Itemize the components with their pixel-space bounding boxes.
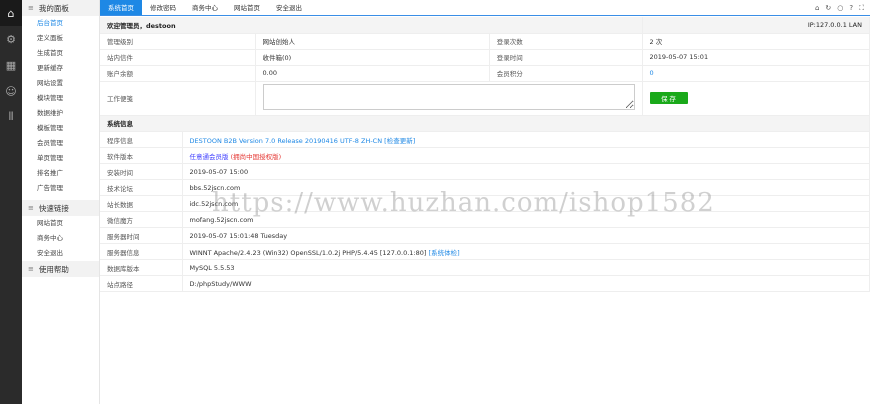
sidebar-item[interactable]: 会员管理 bbox=[22, 136, 99, 151]
fullscreen-icon[interactable]: ⛶ bbox=[859, 0, 864, 16]
icon-bar: ⌂ ⚙ ▦ ☺ ⦀ bbox=[0, 0, 22, 404]
sidebar-item[interactable]: 网站设置 bbox=[22, 76, 99, 91]
system-info-table: 系统信息 程序信息 DESTOON B2B Version 7.0 Release… bbox=[100, 115, 870, 292]
table-row: 技术论坛 bbs.52jscn.com bbox=[100, 179, 870, 196]
tab-logout[interactable]: 安全退出 bbox=[268, 0, 310, 15]
cell-value: bbs.52jscn.com bbox=[182, 179, 870, 196]
tab-system-home[interactable]: 系统首页 bbox=[100, 0, 142, 15]
cell-label: 服务器时间 bbox=[100, 227, 183, 244]
cell-value: mofang.52jscn.com bbox=[182, 211, 870, 228]
sidebar-group[interactable]: ≡ 快速链接 bbox=[22, 200, 99, 216]
cell-label: 会员积分 bbox=[489, 65, 643, 82]
cell-label: 安装时间 bbox=[100, 163, 183, 180]
cell-label: 管理级别 bbox=[100, 33, 256, 50]
sidebar: ≡ 我的面板后台首页 定义面板 生成首页 更新缓存 网站设置 模块管理 数据维护 模板管理 会员管… bbox=[22, 0, 100, 404]
cell-label: 微信魔方 bbox=[100, 211, 183, 228]
cell-value: 0.00 bbox=[255, 65, 490, 82]
edition-link[interactable]: 任意通会员版 bbox=[190, 153, 229, 161]
sidebar-item[interactable]: 排名推广 bbox=[22, 166, 99, 181]
tab-business-center[interactable]: 商务中心 bbox=[184, 0, 226, 15]
table-row: 数据库版本 MySQL 5.5.53 bbox=[100, 259, 870, 276]
cell-value: 2019-05-07 15:01:48 Tuesday bbox=[182, 227, 870, 244]
sidebar-item[interactable]: 安全退出 bbox=[22, 246, 99, 261]
sidebar-item[interactable]: 商务中心 bbox=[22, 231, 99, 246]
menu-icon: ≡ bbox=[28, 204, 34, 212]
table-row: 管理级别 网站创始人 登录次数 2 次 bbox=[100, 33, 870, 50]
program-label: 程序信息 bbox=[100, 131, 183, 148]
sidebar-group-title: 快速链接 bbox=[38, 203, 69, 213]
sidebar-item[interactable]: 广告管理 bbox=[22, 181, 99, 196]
sidebar-group-title: 我的面板 bbox=[38, 3, 69, 13]
tab-change-password[interactable]: 修改密码 bbox=[142, 0, 184, 15]
sidebar-group[interactable]: ≡ 使用帮助 bbox=[22, 261, 99, 277]
table-row: 服务器时间 2019-05-07 15:01:48 Tuesday bbox=[100, 227, 870, 244]
cell-label: 站内信件 bbox=[100, 49, 256, 66]
user-icon[interactable]: ☺ bbox=[0, 78, 22, 104]
edition-label: 软件版本 bbox=[100, 147, 183, 164]
check-update-link[interactable]: [检查更新] bbox=[384, 137, 415, 145]
cell-value: idc.52jscn.com bbox=[182, 195, 870, 212]
cell-value: 0 bbox=[642, 65, 870, 82]
home-icon[interactable]: ⌂ bbox=[0, 0, 22, 26]
cell-value: 2019-05-07 15:01 bbox=[642, 49, 870, 66]
cell-value: MySQL 5.5.53 bbox=[182, 259, 870, 276]
main-content: 欢迎管理员，destoon IP:127.0.0.1 LAN 管理级别 网站创始人登… bbox=[100, 17, 870, 292]
table-row: 站点路径 D:/phpStudy/WWW bbox=[100, 275, 870, 292]
sidebar-item[interactable]: 生成首页 bbox=[22, 46, 99, 61]
sidebar-item[interactable]: 后台首页 bbox=[22, 16, 99, 31]
cell-value: 网站创始人 bbox=[255, 33, 490, 50]
ip-info: IP:127.0.0.1 LAN bbox=[642, 17, 870, 34]
table-row: 站长数据 idc.52jscn.com bbox=[100, 195, 870, 212]
cell-label: 登录时间 bbox=[489, 49, 643, 66]
sidebar-item[interactable]: 单页管理 bbox=[22, 151, 99, 166]
gear-icon[interactable]: ⚙ bbox=[0, 26, 22, 52]
cell-value: 2019-05-07 15:00 bbox=[182, 163, 870, 180]
account-table: 欢迎管理员，destoon IP:127.0.0.1 LAN 管理级别 网站创始人登… bbox=[100, 17, 870, 116]
cell-value[interactable]: 收件箱(0) bbox=[255, 49, 490, 66]
system-check-link[interactable]: [系统体检] bbox=[429, 249, 460, 257]
top-tabs: 系统首页 修改密码 商务中心 网站首页 安全退出 ⌂ ↻ ○ ? ⛶ bbox=[100, 0, 870, 16]
grid-icon[interactable]: ▦ bbox=[0, 52, 22, 78]
welcome-title: 欢迎管理员，destoon bbox=[100, 17, 643, 34]
cell-label: 登录次数 bbox=[489, 33, 643, 50]
sidebar-item[interactable]: 模块管理 bbox=[22, 91, 99, 106]
notes-textarea[interactable] bbox=[262, 84, 635, 110]
cell-label: 站长数据 bbox=[100, 195, 183, 212]
sidebar-group-title: 使用帮助 bbox=[38, 264, 69, 274]
system-info-title: 系统信息 bbox=[100, 115, 870, 132]
table-row: 站内信件 收件箱(0) 登录时间 2019-05-07 15:01 bbox=[100, 49, 870, 66]
cell-value: D:/phpStudy/WWW bbox=[182, 275, 870, 292]
cell-label: 站点路径 bbox=[100, 275, 183, 292]
table-row: 微信魔方 mofang.52jscn.com bbox=[100, 211, 870, 228]
server-label: 服务器信息 bbox=[100, 243, 183, 260]
tab-site-home[interactable]: 网站首页 bbox=[226, 0, 268, 15]
edition-note: (拥尚中国授权版) bbox=[230, 152, 282, 161]
server-value: WINNT Apache/2.4.23 (Win32) OpenSSL/1.0.… bbox=[189, 248, 427, 257]
sidebar-item[interactable]: 定义面板 bbox=[22, 31, 99, 46]
cell-label: 账户余额 bbox=[100, 65, 256, 82]
save-button[interactable]: 保 存 bbox=[649, 92, 688, 104]
table-row: 账户余额 0.00 会员积分 0 bbox=[100, 65, 870, 82]
sidebar-item[interactable]: 数据维护 bbox=[22, 106, 99, 121]
search-icon[interactable]: ○ bbox=[837, 0, 843, 16]
program-link[interactable]: DESTOON B2B Version 7.0 Release 20190416… bbox=[190, 137, 383, 145]
sidebar-item[interactable]: 网站首页 bbox=[22, 216, 99, 231]
sidebar-item[interactable]: 模板管理 bbox=[22, 121, 99, 136]
help-icon[interactable]: ? bbox=[849, 0, 853, 16]
menu-icon: ≡ bbox=[28, 4, 34, 12]
menu-icon: ≡ bbox=[28, 265, 34, 273]
notes-label: 工作便笺 bbox=[100, 81, 256, 116]
cell-label: 技术论坛 bbox=[100, 179, 183, 196]
sidebar-item[interactable]: 更新缓存 bbox=[22, 61, 99, 76]
cell-value: 2 次 bbox=[642, 33, 870, 50]
refresh-icon[interactable]: ↻ bbox=[825, 0, 831, 16]
cell-label: 数据库版本 bbox=[100, 259, 183, 276]
table-row: 安装时间 2019-05-07 15:00 bbox=[100, 163, 870, 180]
stats-icon[interactable]: ⦀ bbox=[0, 104, 22, 130]
home-icon[interactable]: ⌂ bbox=[815, 0, 819, 16]
sidebar-group[interactable]: ≡ 我的面板 bbox=[22, 0, 99, 16]
